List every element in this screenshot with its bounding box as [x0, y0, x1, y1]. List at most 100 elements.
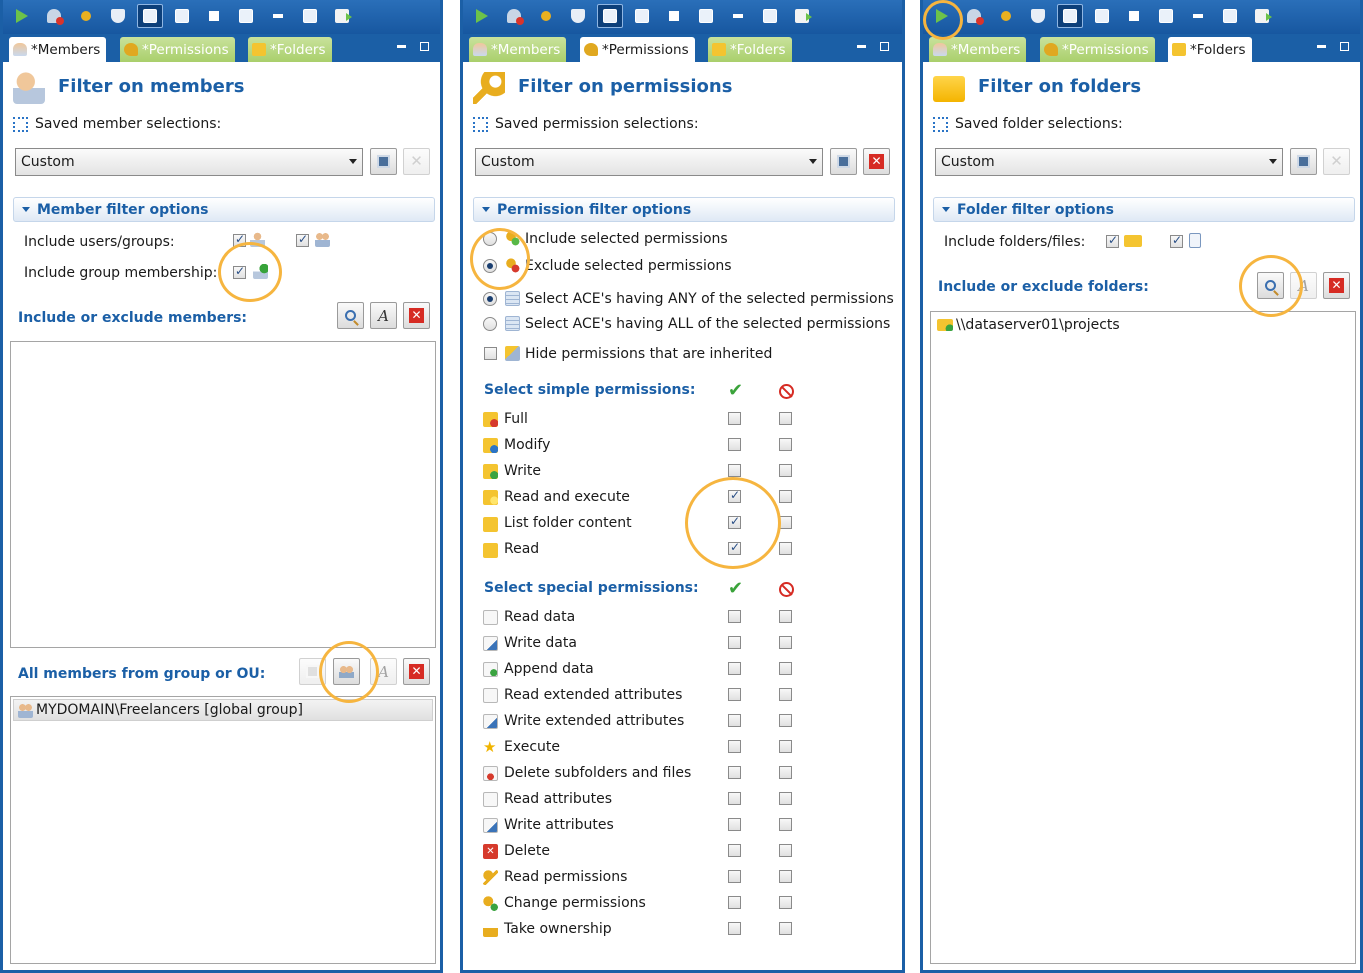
collapse-all-button[interactable] — [757, 4, 783, 28]
group-list[interactable]: MYDOMAIN\Freelancers [global group] — [10, 696, 436, 964]
allow-checkbox[interactable] — [728, 438, 741, 451]
allow-checkbox[interactable] — [728, 514, 741, 529]
expand-all-button[interactable] — [693, 4, 719, 28]
include-groups-checkbox[interactable] — [296, 232, 309, 247]
table-button[interactable] — [1089, 4, 1115, 28]
members-list[interactable] — [10, 341, 436, 648]
deny-checkbox[interactable] — [779, 896, 792, 909]
search-button[interactable] — [337, 302, 364, 329]
search-button[interactable] — [1257, 272, 1284, 299]
tab-permissions[interactable]: *Permissions — [120, 37, 235, 62]
deny-checkbox[interactable] — [779, 740, 792, 753]
run-button[interactable] — [9, 4, 35, 28]
include-files-checkbox[interactable] — [1170, 233, 1183, 248]
security-button[interactable] — [1025, 4, 1051, 28]
deny-checkbox[interactable] — [779, 516, 792, 529]
clear-filter-button[interactable] — [501, 4, 527, 28]
deny-checkbox[interactable] — [779, 542, 792, 555]
section-header[interactable]: Permission filter options — [473, 197, 895, 222]
minimize-button[interactable] — [397, 45, 406, 48]
tab-permissions[interactable]: *Permissions — [580, 37, 695, 62]
deny-checkbox[interactable] — [779, 662, 792, 675]
view-button[interactable] — [137, 4, 163, 28]
allow-checkbox[interactable] — [728, 662, 741, 675]
remove-button[interactable]: ✕ — [403, 658, 430, 685]
allow-checkbox[interactable] — [728, 818, 741, 831]
minimize-button[interactable] — [857, 45, 866, 48]
deny-checkbox[interactable] — [779, 610, 792, 623]
all-permissions-radio[interactable] — [483, 317, 497, 331]
text-entry-button[interactable]: A — [370, 658, 397, 685]
delete-selection-button[interactable]: ✕ — [863, 148, 890, 175]
collapse-button[interactable] — [725, 4, 751, 28]
allow-checkbox[interactable] — [728, 844, 741, 857]
folders-list[interactable]: \\dataserver01\projects — [930, 311, 1356, 964]
saved-selection-dropdown[interactable]: Custom — [15, 148, 363, 176]
saved-selection-dropdown[interactable]: Custom — [475, 148, 823, 176]
deny-checkbox[interactable] — [779, 870, 792, 883]
allow-checkbox[interactable] — [728, 464, 741, 477]
allow-checkbox[interactable] — [728, 922, 741, 935]
maximize-button[interactable] — [420, 42, 429, 51]
collapse-button[interactable] — [1185, 4, 1211, 28]
tab-permissions[interactable]: *Permissions — [1040, 37, 1155, 62]
remove-button[interactable]: ✕ — [403, 302, 430, 329]
security-button[interactable] — [565, 4, 591, 28]
save-selection-button[interactable] — [830, 148, 857, 175]
section-header[interactable]: Folder filter options — [933, 197, 1355, 222]
collapse-button[interactable] — [265, 4, 291, 28]
save-selection-button[interactable] — [370, 148, 397, 175]
tab-members[interactable]: *Members — [929, 37, 1027, 62]
list-item[interactable]: \\dataserver01\projects — [933, 314, 1353, 336]
security-button[interactable] — [105, 4, 131, 28]
expand-button[interactable] — [1121, 4, 1147, 28]
minimize-button[interactable] — [1317, 45, 1326, 48]
tab-folders[interactable]: *Folders — [708, 37, 792, 62]
run-button[interactable] — [929, 4, 955, 28]
browse-button[interactable] — [299, 658, 326, 685]
allow-checkbox[interactable] — [728, 740, 741, 753]
allow-checkbox[interactable] — [728, 870, 741, 883]
deny-checkbox[interactable] — [779, 714, 792, 727]
deny-checkbox[interactable] — [779, 464, 792, 477]
remove-button[interactable]: ✕ — [1323, 272, 1350, 299]
table-button[interactable] — [629, 4, 655, 28]
clear-filter-button[interactable] — [41, 4, 67, 28]
deny-checkbox[interactable] — [779, 922, 792, 935]
allow-checkbox[interactable] — [728, 610, 741, 623]
save-selection-button[interactable] — [1290, 148, 1317, 175]
tab-folders[interactable]: *Folders — [248, 37, 332, 62]
expand-all-button[interactable] — [1153, 4, 1179, 28]
pick-group-button[interactable] — [333, 658, 360, 685]
tab-folders[interactable]: *Folders — [1168, 37, 1252, 62]
allow-checkbox[interactable] — [728, 540, 741, 555]
allow-checkbox[interactable] — [728, 896, 741, 909]
expand-all-button[interactable] — [233, 4, 259, 28]
maximize-button[interactable] — [1340, 42, 1349, 51]
deny-checkbox[interactable] — [779, 844, 792, 857]
export-button[interactable] — [789, 4, 815, 28]
tab-members[interactable]: *Members — [9, 37, 107, 62]
export-button[interactable] — [329, 4, 355, 28]
section-header[interactable]: Member filter options — [13, 197, 435, 222]
collapse-all-button[interactable] — [297, 4, 323, 28]
allow-checkbox[interactable] — [728, 636, 741, 649]
deny-checkbox[interactable] — [779, 438, 792, 451]
clear-filter-button[interactable] — [961, 4, 987, 28]
deny-checkbox[interactable] — [779, 688, 792, 701]
export-button[interactable] — [1249, 4, 1275, 28]
permissions-button[interactable] — [73, 4, 99, 28]
include-membership-checkbox[interactable] — [233, 264, 246, 279]
collapse-all-button[interactable] — [1217, 4, 1243, 28]
list-item[interactable]: MYDOMAIN\Freelancers [global group] — [13, 699, 433, 721]
any-permissions-radio[interactable] — [483, 292, 497, 306]
deny-checkbox[interactable] — [779, 818, 792, 831]
exclude-selected-radio[interactable] — [483, 259, 497, 273]
text-entry-button[interactable]: A — [1290, 272, 1317, 299]
include-folders-checkbox[interactable] — [1106, 233, 1119, 248]
deny-checkbox[interactable] — [779, 490, 792, 503]
deny-checkbox[interactable] — [779, 792, 792, 805]
expand-button[interactable] — [201, 4, 227, 28]
maximize-button[interactable] — [880, 42, 889, 51]
view-button[interactable] — [1057, 4, 1083, 28]
